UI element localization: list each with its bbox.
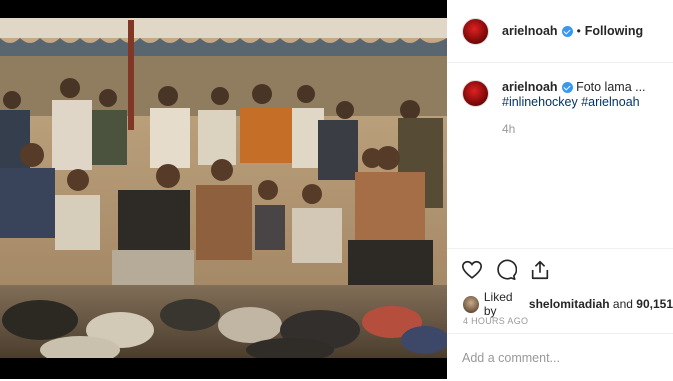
liker-avatar[interactable] <box>463 295 479 313</box>
verified-badge-icon <box>561 82 573 94</box>
post-actions: Liked by shelomitadiah and 90,151 4 HOUR… <box>447 248 673 380</box>
post-photo[interactable] <box>0 0 447 379</box>
post-caption: arielnoah Foto lama ... #inlinehockey #a… <box>462 80 662 137</box>
caption-time: 4h <box>502 122 516 136</box>
caption-username[interactable]: arielnoah <box>502 80 558 94</box>
caption-body: arielnoah Foto lama ... #inlinehockey #a… <box>502 80 646 137</box>
instagram-post: arielnoah • Following arielnoah Foto lam… <box>0 0 673 379</box>
caption-text: Foto lama ... <box>576 80 646 94</box>
caption-hashtags[interactable]: #inlinehockey #arielnoah <box>502 95 646 110</box>
author-username[interactable]: arielnoah <box>502 24 558 38</box>
likes-and: and <box>612 297 633 311</box>
author-avatar[interactable] <box>462 17 489 45</box>
likes-summary: Liked by shelomitadiah and 90,151 <box>463 290 673 318</box>
verified-badge-icon <box>561 25 573 37</box>
group-photo-image <box>0 0 447 379</box>
follow-button[interactable]: Following <box>585 24 643 38</box>
heart-icon[interactable] <box>461 259 483 281</box>
comment-box[interactable]: Add a comment... <box>447 333 673 381</box>
comment-icon[interactable] <box>495 259 518 281</box>
action-icons <box>461 259 551 281</box>
post-timestamp[interactable]: 4 HOURS AGO <box>463 316 528 326</box>
separator-dot: • <box>576 24 581 38</box>
comment-placeholder[interactable]: Add a comment... <box>462 351 560 365</box>
share-icon[interactable] <box>529 259 551 281</box>
caption-avatar[interactable] <box>462 80 489 107</box>
post-header: arielnoah • Following <box>447 0 673 63</box>
likes-count[interactable]: 90,151 <box>636 297 673 311</box>
liker-username[interactable]: shelomitadiah <box>529 297 610 311</box>
post-side-panel: arielnoah • Following arielnoah Foto lam… <box>447 0 673 379</box>
likes-prefix: Liked by <box>483 290 513 318</box>
